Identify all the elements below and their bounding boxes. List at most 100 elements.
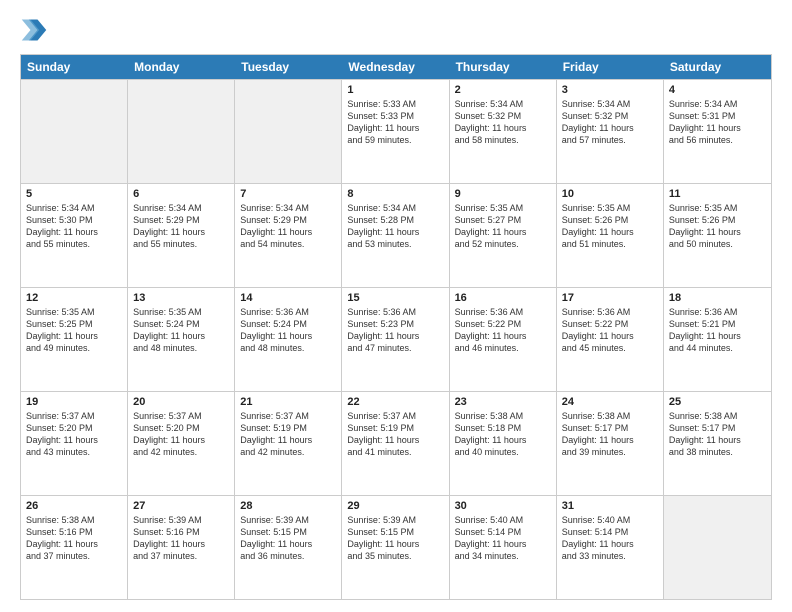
cell-info-2: Sunrise: 5:34 AM Sunset: 5:32 PM Dayligh… xyxy=(455,98,551,147)
day-number-12: 12 xyxy=(26,292,122,304)
day-number-3: 3 xyxy=(562,84,658,96)
cell-info-29: Sunrise: 5:39 AM Sunset: 5:15 PM Dayligh… xyxy=(347,514,443,563)
day-number-30: 30 xyxy=(455,500,551,512)
day-number-5: 5 xyxy=(26,188,122,200)
day-number-14: 14 xyxy=(240,292,336,304)
cal-cell-r4-c0: 26Sunrise: 5:38 AM Sunset: 5:16 PM Dayli… xyxy=(21,496,128,599)
cal-row-3: 19 Sunrise: 5:37 AM Sunset: 5:20 PM Dayli… xyxy=(21,391,771,495)
cal-cell-r2-c0: 12 Sunrise: 5:35 AM Sunset: 5:25 PM Dayli… xyxy=(21,288,128,391)
cell-info-18: Sunrise: 5:36 AM Sunset: 5:21 PM Dayligh… xyxy=(669,306,766,355)
day-number-6: 6 xyxy=(133,188,229,200)
cell-info-11: Sunrise: 5:35 AM Sunset: 5:26 PM Dayligh… xyxy=(669,202,766,251)
header-day-thursday: Thursday xyxy=(450,55,557,79)
cal-cell-r0-c2 xyxy=(235,80,342,183)
cal-cell-r3-c4: 23 Sunrise: 5:38 AM Sunset: 5:18 PM Dayli… xyxy=(450,392,557,495)
day-number-21: 21 xyxy=(240,396,336,408)
cal-cell-r0-c3: 1Sunrise: 5:33 AM Sunset: 5:33 PM Daylig… xyxy=(342,80,449,183)
cal-cell-r1-c4: 9Sunrise: 5:35 AM Sunset: 5:27 PM Daylig… xyxy=(450,184,557,287)
cal-cell-r0-c1 xyxy=(128,80,235,183)
cell-info-13: Sunrise: 5:35 AM Sunset: 5:24 PM Dayligh… xyxy=(133,306,229,355)
cell-info-5: Sunrise: 5:34 AM Sunset: 5:30 PM Dayligh… xyxy=(26,202,122,251)
cell-info-4: Sunrise: 5:34 AM Sunset: 5:31 PM Dayligh… xyxy=(669,98,766,147)
header-day-monday: Monday xyxy=(128,55,235,79)
cal-cell-r2-c1: 13 Sunrise: 5:35 AM Sunset: 5:24 PM Dayli… xyxy=(128,288,235,391)
cell-info-30: Sunrise: 5:40 AM Sunset: 5:14 PM Dayligh… xyxy=(455,514,551,563)
header-day-saturday: Saturday xyxy=(664,55,771,79)
day-number-20: 20 xyxy=(133,396,229,408)
cell-info-8: Sunrise: 5:34 AM Sunset: 5:28 PM Dayligh… xyxy=(347,202,443,251)
cal-cell-r0-c4: 2 Sunrise: 5:34 AM Sunset: 5:32 PM Daylig… xyxy=(450,80,557,183)
cell-info-1: Sunrise: 5:33 AM Sunset: 5:33 PM Dayligh… xyxy=(347,98,443,147)
cell-info-19: Sunrise: 5:37 AM Sunset: 5:20 PM Dayligh… xyxy=(26,410,122,459)
logo xyxy=(20,16,52,44)
day-number-25: 25 xyxy=(669,396,766,408)
day-number-31: 31 xyxy=(562,500,658,512)
cal-cell-r3-c1: 20Sunrise: 5:37 AM Sunset: 5:20 PM Dayli… xyxy=(128,392,235,495)
cell-info-25: Sunrise: 5:38 AM Sunset: 5:17 PM Dayligh… xyxy=(669,410,766,459)
header-day-sunday: Sunday xyxy=(21,55,128,79)
day-number-15: 15 xyxy=(347,292,443,304)
cal-row-0: 1Sunrise: 5:33 AM Sunset: 5:33 PM Daylig… xyxy=(21,79,771,183)
day-number-13: 13 xyxy=(133,292,229,304)
cell-info-26: Sunrise: 5:38 AM Sunset: 5:16 PM Dayligh… xyxy=(26,514,122,563)
cal-cell-r4-c1: 27 Sunrise: 5:39 AM Sunset: 5:16 PM Dayli… xyxy=(128,496,235,599)
logo-icon xyxy=(20,16,48,44)
day-number-9: 9 xyxy=(455,188,551,200)
cell-info-10: Sunrise: 5:35 AM Sunset: 5:26 PM Dayligh… xyxy=(562,202,658,251)
cal-cell-r2-c4: 16 Sunrise: 5:36 AM Sunset: 5:22 PM Dayli… xyxy=(450,288,557,391)
cell-info-7: Sunrise: 5:34 AM Sunset: 5:29 PM Dayligh… xyxy=(240,202,336,251)
cell-info-24: Sunrise: 5:38 AM Sunset: 5:17 PM Dayligh… xyxy=(562,410,658,459)
cal-cell-r2-c6: 18Sunrise: 5:36 AM Sunset: 5:21 PM Dayli… xyxy=(664,288,771,391)
day-number-7: 7 xyxy=(240,188,336,200)
header xyxy=(20,16,772,44)
cal-cell-r1-c6: 11 Sunrise: 5:35 AM Sunset: 5:26 PM Dayli… xyxy=(664,184,771,287)
page: SundayMondayTuesdayWednesdayThursdayFrid… xyxy=(0,0,792,612)
day-number-4: 4 xyxy=(669,84,766,96)
cal-cell-r2-c5: 17Sunrise: 5:36 AM Sunset: 5:22 PM Dayli… xyxy=(557,288,664,391)
cell-info-6: Sunrise: 5:34 AM Sunset: 5:29 PM Dayligh… xyxy=(133,202,229,251)
cell-info-3: Sunrise: 5:34 AM Sunset: 5:32 PM Dayligh… xyxy=(562,98,658,147)
day-number-2: 2 xyxy=(455,84,551,96)
cal-cell-r4-c2: 28 Sunrise: 5:39 AM Sunset: 5:15 PM Dayli… xyxy=(235,496,342,599)
cal-cell-r3-c3: 22Sunrise: 5:37 AM Sunset: 5:19 PM Dayli… xyxy=(342,392,449,495)
cal-row-1: 5 Sunrise: 5:34 AM Sunset: 5:30 PM Daylig… xyxy=(21,183,771,287)
cal-row-4: 26Sunrise: 5:38 AM Sunset: 5:16 PM Dayli… xyxy=(21,495,771,599)
cal-cell-r4-c5: 31 Sunrise: 5:40 AM Sunset: 5:14 PM Dayli… xyxy=(557,496,664,599)
day-number-27: 27 xyxy=(133,500,229,512)
cal-cell-r1-c0: 5 Sunrise: 5:34 AM Sunset: 5:30 PM Daylig… xyxy=(21,184,128,287)
cell-info-15: Sunrise: 5:36 AM Sunset: 5:23 PM Dayligh… xyxy=(347,306,443,355)
cal-cell-r4-c4: 30 Sunrise: 5:40 AM Sunset: 5:14 PM Dayli… xyxy=(450,496,557,599)
day-number-10: 10 xyxy=(562,188,658,200)
day-number-23: 23 xyxy=(455,396,551,408)
cell-info-21: Sunrise: 5:37 AM Sunset: 5:19 PM Dayligh… xyxy=(240,410,336,459)
day-number-22: 22 xyxy=(347,396,443,408)
calendar-header: SundayMondayTuesdayWednesdayThursdayFrid… xyxy=(21,55,771,79)
cell-info-31: Sunrise: 5:40 AM Sunset: 5:14 PM Dayligh… xyxy=(562,514,658,563)
header-day-tuesday: Tuesday xyxy=(235,55,342,79)
cell-info-28: Sunrise: 5:39 AM Sunset: 5:15 PM Dayligh… xyxy=(240,514,336,563)
cal-cell-r1-c3: 8 Sunrise: 5:34 AM Sunset: 5:28 PM Daylig… xyxy=(342,184,449,287)
cal-cell-r3-c5: 24 Sunrise: 5:38 AM Sunset: 5:17 PM Dayli… xyxy=(557,392,664,495)
header-day-wednesday: Wednesday xyxy=(342,55,449,79)
day-number-29: 29 xyxy=(347,500,443,512)
calendar: SundayMondayTuesdayWednesdayThursdayFrid… xyxy=(20,54,772,600)
cal-cell-r1-c2: 7 Sunrise: 5:34 AM Sunset: 5:29 PM Daylig… xyxy=(235,184,342,287)
cal-cell-r4-c3: 29 Sunrise: 5:39 AM Sunset: 5:15 PM Dayli… xyxy=(342,496,449,599)
cell-info-16: Sunrise: 5:36 AM Sunset: 5:22 PM Dayligh… xyxy=(455,306,551,355)
day-number-19: 19 xyxy=(26,396,122,408)
cal-cell-r2-c2: 14 Sunrise: 5:36 AM Sunset: 5:24 PM Dayli… xyxy=(235,288,342,391)
cal-cell-r4-c6 xyxy=(664,496,771,599)
day-number-8: 8 xyxy=(347,188,443,200)
calendar-body: 1Sunrise: 5:33 AM Sunset: 5:33 PM Daylig… xyxy=(21,79,771,599)
cell-info-27: Sunrise: 5:39 AM Sunset: 5:16 PM Dayligh… xyxy=(133,514,229,563)
day-number-16: 16 xyxy=(455,292,551,304)
day-number-28: 28 xyxy=(240,500,336,512)
day-number-24: 24 xyxy=(562,396,658,408)
cell-info-14: Sunrise: 5:36 AM Sunset: 5:24 PM Dayligh… xyxy=(240,306,336,355)
cal-cell-r1-c1: 6 Sunrise: 5:34 AM Sunset: 5:29 PM Daylig… xyxy=(128,184,235,287)
cal-cell-r3-c0: 19 Sunrise: 5:37 AM Sunset: 5:20 PM Dayli… xyxy=(21,392,128,495)
cell-info-12: Sunrise: 5:35 AM Sunset: 5:25 PM Dayligh… xyxy=(26,306,122,355)
cell-info-23: Sunrise: 5:38 AM Sunset: 5:18 PM Dayligh… xyxy=(455,410,551,459)
day-number-11: 11 xyxy=(669,188,766,200)
cal-row-2: 12 Sunrise: 5:35 AM Sunset: 5:25 PM Dayli… xyxy=(21,287,771,391)
